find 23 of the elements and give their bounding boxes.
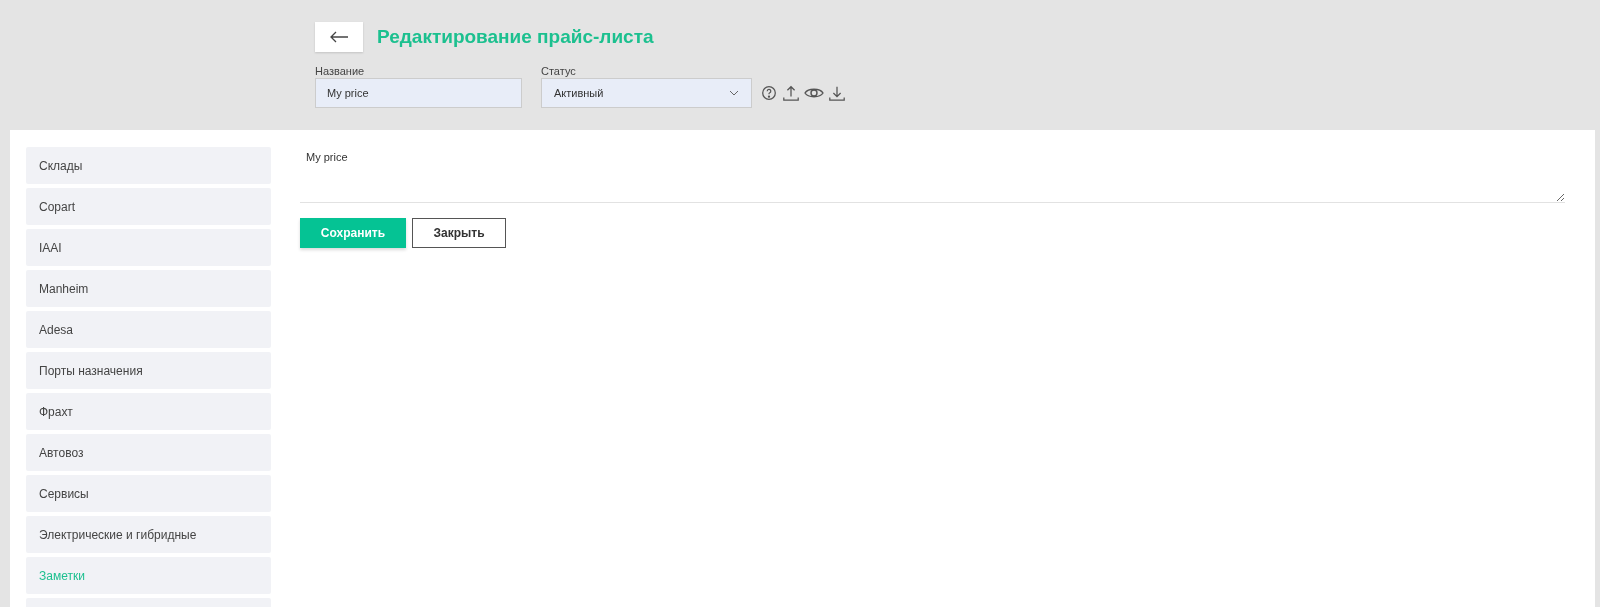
sidebar-item[interactable]: Порты назначения xyxy=(26,352,271,389)
help-icon[interactable] xyxy=(760,84,778,102)
sidebar-item[interactable]: Фрахт xyxy=(26,393,271,430)
notes-textarea[interactable]: My price xyxy=(300,147,1565,203)
back-button[interactable] xyxy=(315,22,363,52)
field-label: Название xyxy=(315,64,366,78)
field-label: Статус xyxy=(541,64,577,78)
sidebar-item[interactable]: Автовоз xyxy=(26,434,271,471)
sidebar-item[interactable]: Сервисы xyxy=(26,475,271,512)
sidebar-item[interactable]: Manheim xyxy=(26,270,271,307)
close-button[interactable]: Закрыть xyxy=(412,218,506,248)
back-arrow-icon xyxy=(329,31,349,43)
download-icon[interactable] xyxy=(828,84,846,102)
chevron-down-icon xyxy=(729,90,739,96)
sidebar-item[interactable]: Склады xyxy=(26,147,271,184)
status-select[interactable]: Активный xyxy=(541,78,752,108)
sidebar-item[interactable]: Adesa xyxy=(26,311,271,348)
sidebar-item[interactable]: IAAI xyxy=(26,229,271,266)
sidebar-item[interactable]: Copart xyxy=(26,188,271,225)
upload-icon[interactable] xyxy=(782,84,800,102)
sidebar-item[interactable]: Электрические и гибридные xyxy=(26,516,271,553)
page-title: Редактирование прайс-листа xyxy=(377,24,654,49)
name-field[interactable]: My price xyxy=(315,78,522,108)
